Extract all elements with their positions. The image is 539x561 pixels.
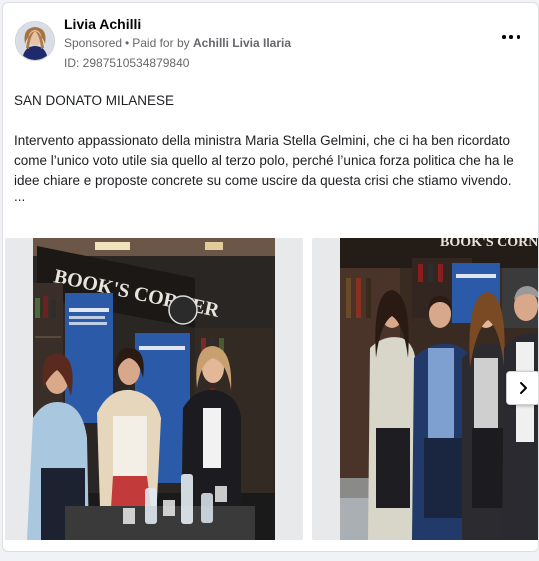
photo-2-sign-text: BOOK'S CORNER <box>440 238 539 250</box>
sponsored-meta: Sponsored • Paid for by Achilli Livia Ilar… <box>64 36 291 50</box>
ad-post-card: Livia Achilli Sponsored • Paid for by Achi… <box>2 2 539 552</box>
post-body: Intervento appassionato della ministra M… <box>14 133 514 188</box>
image-carousel: BOOK'S CORNER BOOK'S CORN <box>3 236 539 541</box>
post-text: SAN DONATO MILANESE Intervento appassion… <box>14 91 532 203</box>
carousel-photo-2[interactable]: BOOK'S CORNER <box>312 238 539 540</box>
carousel-photo-1[interactable]: BOOK'S CORNER <box>5 238 303 540</box>
photo-2-image: BOOK'S CORNER <box>312 238 539 540</box>
paid-for-name: Achilli Livia Ilaria <box>192 36 292 50</box>
see-more-ellipsis[interactable]: ... <box>14 190 532 204</box>
post-location: SAN DONATO MILANESE <box>14 93 175 108</box>
ad-id: ID: 2987510534879840 <box>64 56 190 70</box>
sponsored-label[interactable]: Sponsored <box>64 36 122 50</box>
author-name[interactable]: Livia Achilli <box>64 16 141 32</box>
avatar-image <box>16 22 54 60</box>
more-options-icon[interactable] <box>502 29 520 45</box>
paid-for-prefix: Paid for by <box>132 36 190 50</box>
author-avatar[interactable] <box>15 21 55 61</box>
chevron-right-icon <box>520 382 527 394</box>
meta-separator: • <box>125 36 130 50</box>
carousel-next-button[interactable] <box>506 371 538 405</box>
photo-1-image: BOOK'S CORNER <box>5 238 303 540</box>
